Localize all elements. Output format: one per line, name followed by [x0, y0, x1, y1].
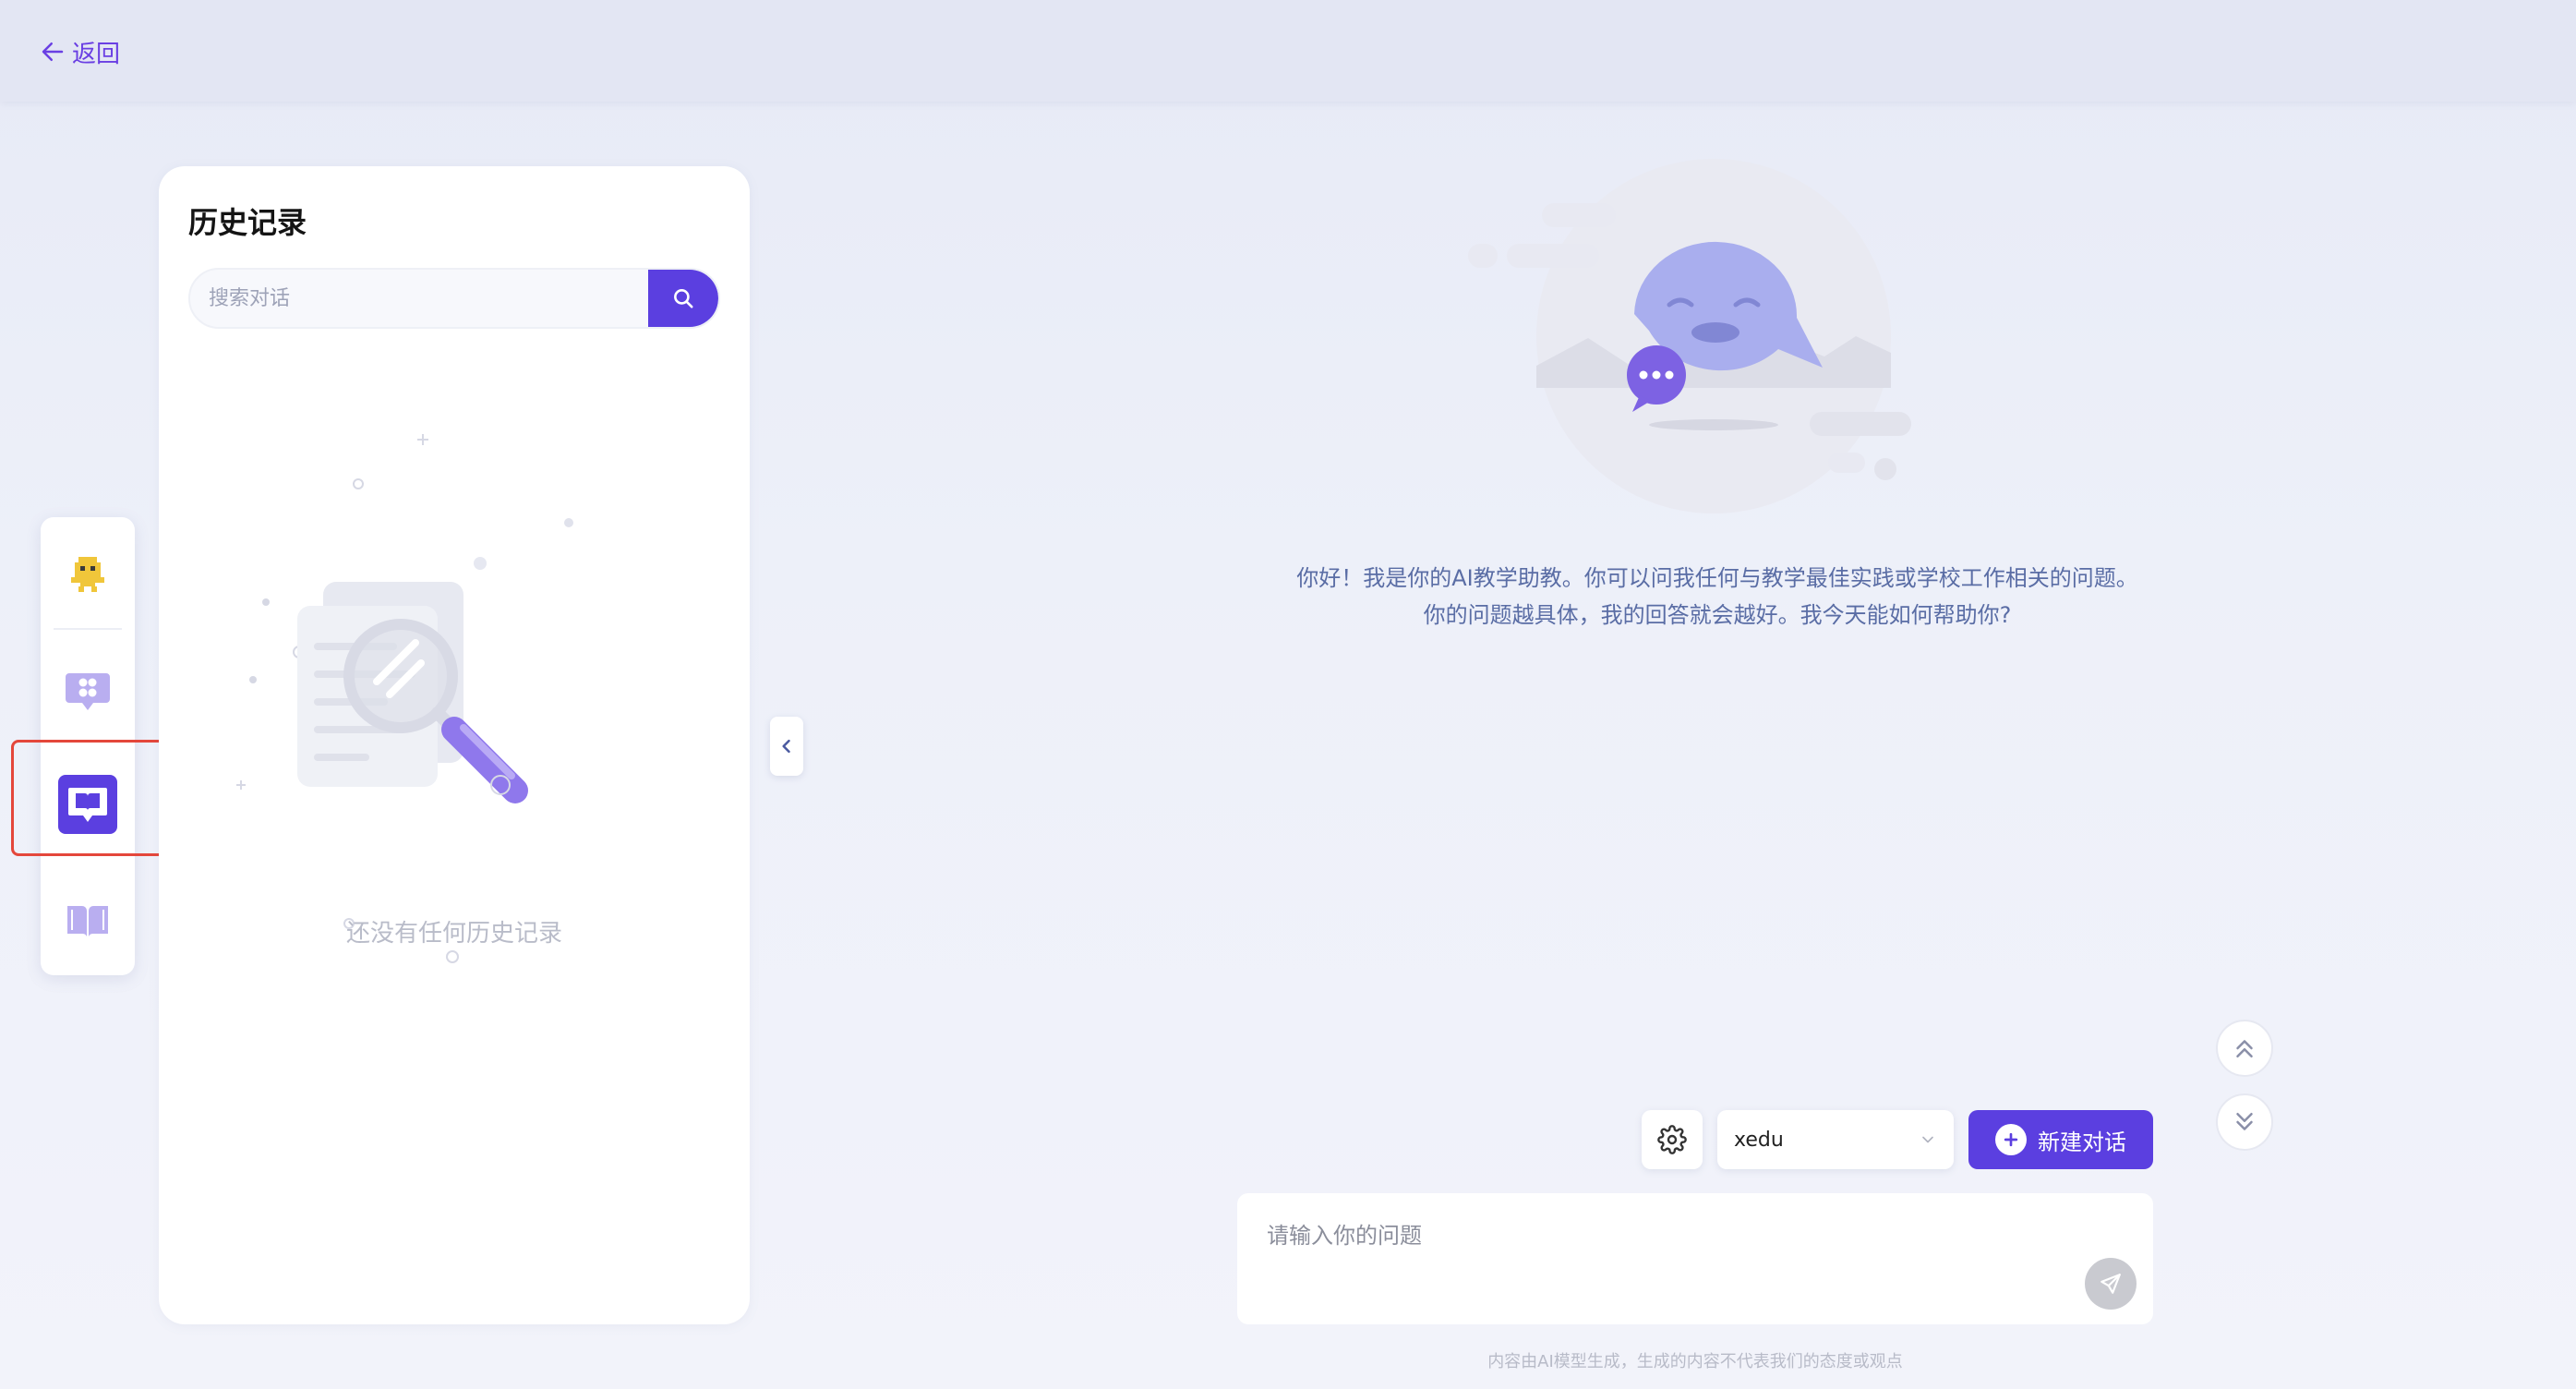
history-panel: 历史记录 还没有任何历史记录 [159, 166, 750, 1324]
plus-circle-icon [1995, 1124, 2027, 1155]
chevron-down-icon [1922, 1136, 1933, 1143]
new-chat-button[interactable]: 新建对话 [1968, 1110, 2153, 1169]
search-icon [674, 289, 693, 308]
rail-divider [54, 628, 122, 630]
model-select[interactable]: xedu [1717, 1110, 1954, 1169]
intro-line-2: 你的问题越具体，我的回答就会越好。我今天能如何帮助你? [1423, 602, 2012, 628]
back-button[interactable]: 返回 [39, 33, 120, 70]
send-icon [2101, 1274, 2121, 1294]
robot-icon [71, 557, 104, 592]
question-input[interactable] [1237, 1193, 2050, 1324]
collapse-panel-button[interactable] [770, 717, 803, 776]
question-input-box [1237, 1193, 2153, 1324]
double-chevron-down-icon [2236, 1113, 2253, 1130]
annotation-highlight-box [11, 740, 170, 856]
rail-item-apps-chat[interactable] [41, 639, 135, 741]
book-icon [67, 906, 108, 936]
history-search-input[interactable] [190, 270, 650, 327]
scroll-to-bottom-button[interactable] [2216, 1093, 2273, 1151]
arrow-left-icon [42, 42, 64, 61]
back-label: 返回 [72, 40, 121, 68]
intro-line-1: 你好！我是你的AI教学助教。你可以问我任何与教学最佳实践或学校工作相关的问题。 [1296, 565, 2138, 591]
history-search [188, 268, 720, 329]
gear-icon [1657, 1125, 1687, 1154]
rail-item-book[interactable] [41, 870, 135, 972]
chevron-left-icon [782, 739, 790, 754]
history-title: 历史记录 [188, 205, 307, 240]
rail-item-robot[interactable] [41, 523, 135, 624]
top-bar: 返回 [0, 0, 2576, 102]
apps-chat-icon [66, 673, 110, 710]
assistant-mascot-illustration [1468, 159, 1911, 513]
empty-history-text: 还没有任何历史记录 [345, 920, 562, 948]
ai-disclaimer: 内容由AI模型生成，生成的内容不代表我们的态度或观点 [1487, 1352, 1903, 1371]
history-search-button[interactable] [648, 270, 718, 327]
model-select-value: xedu [1734, 1128, 1784, 1152]
settings-button[interactable] [1642, 1110, 1703, 1169]
scroll-to-top-button[interactable] [2216, 1020, 2273, 1077]
new-chat-label: 新建对话 [2038, 1129, 2126, 1155]
send-button[interactable] [2085, 1258, 2137, 1310]
double-chevron-up-icon [2236, 1040, 2253, 1057]
assistant-intro-text: 你好！我是你的AI教学助教。你可以问我任何与教学最佳实践或学校工作相关的问题。 … [1145, 560, 2290, 634]
